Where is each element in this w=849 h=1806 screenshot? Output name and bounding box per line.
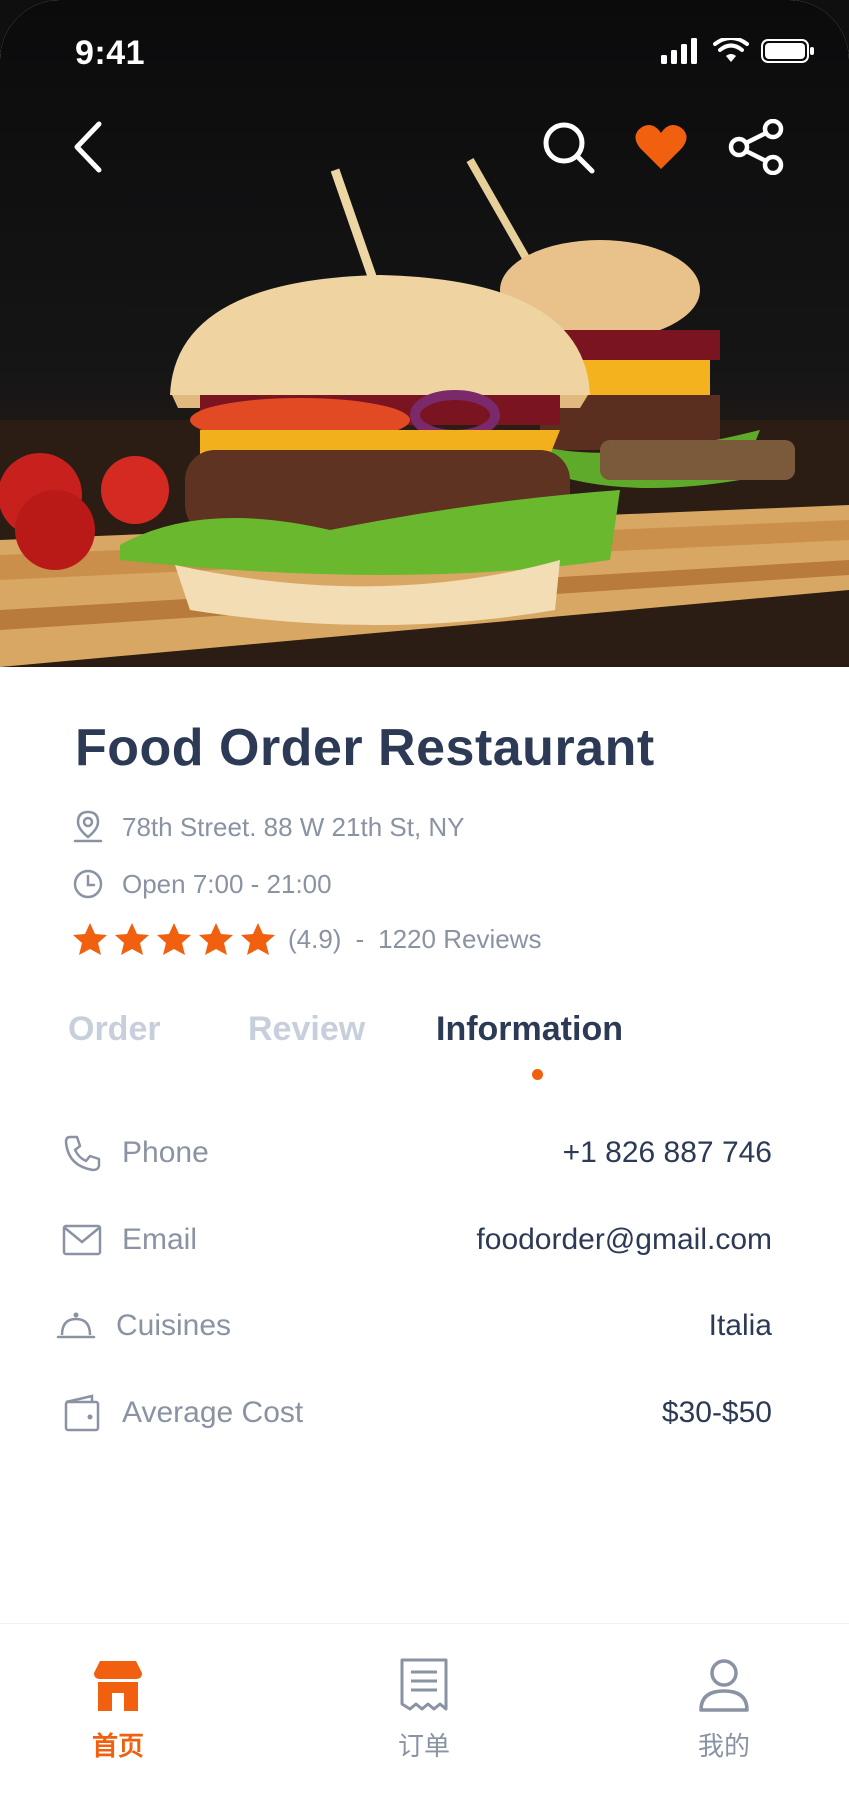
- status-bar: 9:41: [0, 0, 849, 100]
- cellular-signal-icon: [661, 38, 697, 64]
- info-row-cuisines: Cuisines Italia: [56, 1301, 772, 1351]
- tab-order[interactable]: Order: [68, 1010, 161, 1049]
- nav-profile-label: 我的: [697, 1731, 750, 1761]
- cloche-icon: [56, 1312, 96, 1339]
- active-tab-indicator: [532, 1069, 543, 1080]
- burger-photo: [0, 158, 849, 667]
- heart-icon: [635, 125, 687, 169]
- back-button[interactable]: [52, 112, 122, 182]
- tab-review[interactable]: Review: [248, 1010, 365, 1049]
- search-button[interactable]: [533, 112, 603, 182]
- star-icon: [199, 923, 233, 955]
- rating-separator: -: [355, 923, 365, 954]
- mail-icon: [62, 1224, 102, 1256]
- average-cost-value: $30-$50: [661, 1396, 772, 1429]
- address-row: 78th Street. 88 W 21th St, NY: [72, 810, 465, 844]
- nav-orders[interactable]: 订单: [354, 1657, 494, 1763]
- status-time: 9:41: [75, 34, 146, 72]
- star-icon: [73, 923, 107, 955]
- restaurant-name: Food Order Restaurant: [75, 719, 655, 777]
- hero-image: 9:41: [0, 0, 849, 667]
- hours-text: Open 7:00 - 21:00: [122, 868, 332, 899]
- email-value: foodorder@gmail.com: [476, 1223, 772, 1256]
- nav-orders-label: 订单: [397, 1731, 450, 1761]
- phone-icon: [64, 1135, 101, 1172]
- clock-icon: [73, 869, 103, 899]
- star-icon: [157, 923, 191, 955]
- rating-stars: [72, 922, 276, 956]
- bottom-nav: 首页 订单 我的: [0, 1623, 849, 1806]
- store-icon: [94, 1661, 142, 1711]
- favorite-button[interactable]: [626, 112, 696, 182]
- review-count[interactable]: 1220 Reviews: [378, 924, 541, 955]
- tab-bar: Order Review Information: [0, 1010, 849, 1080]
- info-row-phone[interactable]: Phone +1 826 887 746: [62, 1128, 772, 1178]
- user-icon: [699, 1659, 749, 1712]
- rating-row: (4.9) - 1220 Reviews: [72, 922, 541, 956]
- nav-home-label: 首页: [91, 1731, 144, 1761]
- screen: 9:41 Food Order Restaurant 78th Street. …: [0, 0, 849, 1806]
- email-label: Email: [122, 1223, 198, 1256]
- address-text: 78th Street. 88 W 21th St, NY: [122, 811, 465, 842]
- search-icon: [543, 122, 595, 174]
- cuisines-value: Italia: [708, 1309, 772, 1342]
- average-cost-label: Average Cost: [122, 1396, 304, 1429]
- info-row-average-cost: Average Cost $30-$50: [62, 1388, 772, 1438]
- share-button[interactable]: [721, 112, 791, 182]
- battery-icon: [761, 39, 814, 63]
- share-icon: [728, 119, 784, 175]
- phone-label: Phone: [122, 1136, 209, 1169]
- wallet-icon: [64, 1394, 100, 1432]
- chevron-left-icon: [74, 121, 102, 173]
- wifi-icon: [713, 38, 749, 62]
- info-row-email[interactable]: Email foodorder@gmail.com: [62, 1215, 772, 1265]
- star-icon: [241, 923, 275, 955]
- rating-value: (4.9): [288, 923, 342, 954]
- nav-profile[interactable]: 我的: [654, 1657, 794, 1763]
- location-pin-icon: [73, 810, 103, 843]
- nav-home[interactable]: 首页: [48, 1657, 188, 1763]
- hours-row: Open 7:00 - 21:00: [72, 868, 332, 900]
- receipt-icon: [400, 1658, 448, 1711]
- phone-value: +1 826 887 746: [562, 1136, 772, 1169]
- star-icon: [115, 923, 149, 955]
- cuisines-label: Cuisines: [116, 1309, 232, 1342]
- tab-information[interactable]: Information: [436, 1010, 623, 1049]
